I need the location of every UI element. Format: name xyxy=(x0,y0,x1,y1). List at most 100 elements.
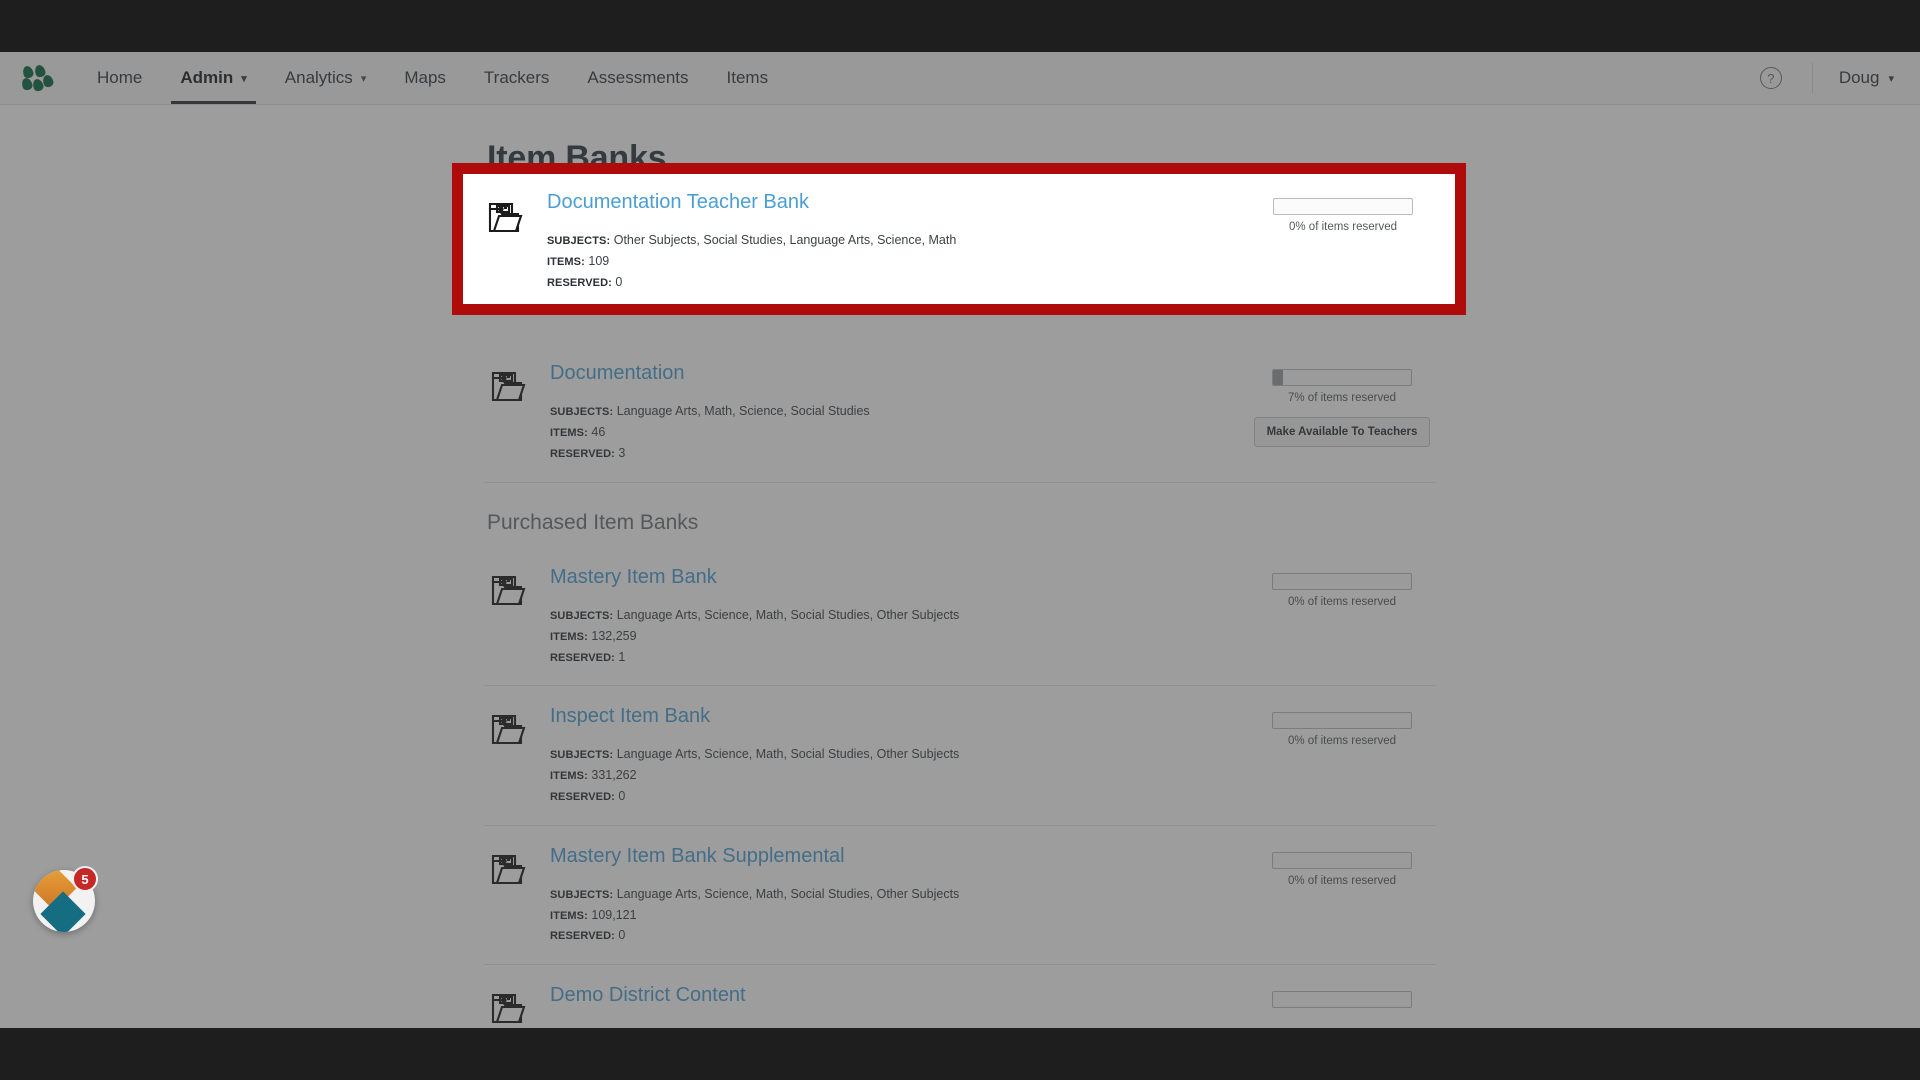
item-bank-name-link[interactable]: Inspect Item Bank xyxy=(550,704,710,728)
help-label: ? xyxy=(1767,70,1775,86)
leaf-cluster-logo-icon[interactable] xyxy=(20,63,55,93)
item-bank-items: ITEMS: 331,262 xyxy=(550,765,1238,786)
item-bank-items: ITEMS: 46 xyxy=(550,422,1238,443)
item-bank-name-link[interactable]: Mastery Item Bank xyxy=(550,565,717,589)
items-label: ITEMS: xyxy=(550,630,588,643)
reserved-value: 0 xyxy=(618,928,626,943)
items-label: ITEMS: xyxy=(550,427,588,440)
chevron-down-icon: ▾ xyxy=(360,72,367,85)
items-value: 132,259 xyxy=(591,628,637,643)
subjects-label: SUBJECTS: xyxy=(550,749,614,762)
item-bank-reserved: RESERVED: 0 xyxy=(550,786,1238,807)
item-bank-reserved: RESERVED: 0 xyxy=(547,272,1239,293)
reserved-progress-bar xyxy=(1272,851,1412,869)
subjects-label: SUBJECTS: xyxy=(550,888,614,901)
reserved-progress-bar xyxy=(1272,572,1412,590)
reserved-progress-label: 0% of items reserved xyxy=(1287,874,1396,887)
nav-item-items[interactable]: Items xyxy=(708,52,788,104)
item-bank-details: Documentation Teacher Bank SUBJECTS: Oth… xyxy=(547,190,1253,292)
item-bank-row[interactable]: Mastery Item Bank Supplemental SUBJECTS:… xyxy=(484,826,1436,966)
chevron-down-icon: ▾ xyxy=(241,72,247,85)
nav-items: Home Admin ▾ Analytics ▾ Maps Trackers A xyxy=(78,52,787,104)
item-bank-folder-icon xyxy=(488,983,550,1028)
chat-badge-count: 5 xyxy=(72,866,98,892)
item-bank-folder-icon xyxy=(488,565,550,616)
item-bank-items: ITEMS: 109 xyxy=(547,251,1239,272)
top-navigation-bar: Home Admin ▾ Analytics ▾ Maps Trackers A xyxy=(0,52,1920,105)
item-bank-folder-icon xyxy=(488,844,550,895)
item-bank-subjects: SUBJECTS: Other Subjects, Social Studies… xyxy=(547,230,1239,251)
item-bank-details: Mastery Item Bank Supplemental SUBJECTS:… xyxy=(550,844,1252,946)
nav-item-trackers[interactable]: Trackers xyxy=(465,52,569,104)
reserved-progress-label: 0% of items reserved xyxy=(1287,735,1396,748)
reserved-progress-label: 0% of items reserved xyxy=(1287,595,1396,608)
item-bank-reserved: RESERVED: 3 xyxy=(550,443,1238,464)
nav-item-label: Admin xyxy=(180,68,234,87)
item-bank-items: ITEMS: 109,121 xyxy=(550,905,1238,926)
subjects-label: SUBJECTS: xyxy=(547,235,611,247)
reserved-label: RESERVED: xyxy=(550,651,615,664)
item-bank-details: Inspect Item Bank SUBJECTS: Language Art… xyxy=(550,704,1252,806)
reserved-progress-bar xyxy=(1272,712,1412,730)
nav-item-admin[interactable]: Admin ▾ xyxy=(161,52,265,104)
items-label: ITEMS: xyxy=(550,770,588,783)
user-menu[interactable]: Doug ▾ xyxy=(1839,68,1894,88)
item-bank-row[interactable]: Demo District Content xyxy=(484,965,1436,1028)
chat-widget[interactable]: 5 xyxy=(33,866,98,932)
item-bank-subjects: SUBJECTS: Language Arts, Math, Science, … xyxy=(550,401,1238,422)
subjects-label: SUBJECTS: xyxy=(550,609,614,622)
nav-item-analytics[interactable]: Analytics ▾ xyxy=(266,52,386,104)
item-bank-subjects: SUBJECTS: Language Arts, Science, Math, … xyxy=(550,884,1238,905)
nav-item-maps[interactable]: Maps xyxy=(385,52,465,104)
reserved-label: RESERVED: xyxy=(550,448,615,461)
item-bank-name-link[interactable]: Mastery Item Bank Supplemental xyxy=(550,844,845,868)
user-menu-label: Doug xyxy=(1838,68,1880,87)
reserved-progress-bar xyxy=(1272,991,1412,1009)
item-bank-side-panel: 0% of items reserved xyxy=(1252,704,1432,747)
nav-divider xyxy=(1811,63,1813,93)
highlighted-item-bank-card[interactable]: Documentation Teacher Bank SUBJECTS: Oth… xyxy=(452,163,1466,315)
nav-item-label: Assessments xyxy=(587,68,689,87)
nav-item-label: Analytics xyxy=(284,68,353,87)
nav-right-group: ? Doug ▾ xyxy=(1759,63,1920,93)
subjects-value: Language Arts, Science, Math, Social Stu… xyxy=(616,607,960,622)
item-bank-name-link[interactable]: Documentation Teacher Bank xyxy=(547,190,809,214)
nav-item-assessments[interactable]: Assessments xyxy=(568,52,707,104)
chevron-down-icon: ▾ xyxy=(1888,72,1894,85)
item-bank-name-link[interactable]: Documentation xyxy=(550,361,685,385)
item-bank-side-panel: 7% of items reserved Make Available To T… xyxy=(1252,361,1432,448)
nav-item-home[interactable]: Home xyxy=(78,52,161,104)
subjects-value: Language Arts, Science, Math, Social Stu… xyxy=(616,886,960,901)
item-bank-folder-icon xyxy=(488,704,550,755)
reserved-progress-label: 7% of items reserved xyxy=(1287,392,1396,405)
items-value: 109,121 xyxy=(591,907,637,922)
item-bank-side-panel: 0% of items reserved xyxy=(1253,190,1433,233)
subjects-label: SUBJECTS: xyxy=(550,406,614,419)
item-bank-row[interactable]: Documentation SUBJECTS: Language Arts, M… xyxy=(484,343,1436,483)
purchased-item-banks-heading: Purchased Item Banks xyxy=(487,510,699,534)
reserved-progress-fill xyxy=(1273,370,1283,386)
item-bank-reserved: RESERVED: 0 xyxy=(550,925,1238,946)
subjects-value: Other Subjects, Social Studies, Language… xyxy=(613,233,957,247)
reserved-progress-bar xyxy=(1272,369,1412,387)
items-label: ITEMS: xyxy=(550,909,588,922)
reserved-label: RESERVED: xyxy=(550,790,615,803)
reserved-label: RESERVED: xyxy=(547,276,612,289)
item-bank-row[interactable]: Mastery Item Bank SUBJECTS: Language Art… xyxy=(484,547,1436,687)
item-bank-details: Demo District Content xyxy=(550,983,1252,1023)
item-bank-side-panel xyxy=(1252,983,1432,1009)
item-bank-name-link[interactable]: Demo District Content xyxy=(550,983,746,1007)
reserved-label: RESERVED: xyxy=(550,930,615,943)
reserved-progress-label: 0% of items reserved xyxy=(1288,221,1397,233)
nav-item-label: Maps xyxy=(404,68,446,87)
screen: Home Admin ▾ Analytics ▾ Maps Trackers A xyxy=(0,0,1920,1080)
subjects-value: Language Arts, Math, Science, Social Stu… xyxy=(616,404,870,419)
item-bank-folder-icon xyxy=(485,190,547,243)
nav-item-label: Items xyxy=(726,68,769,87)
nav-item-label: Trackers xyxy=(483,68,550,87)
item-bank-row[interactable]: Inspect Item Bank SUBJECTS: Language Art… xyxy=(484,686,1436,826)
items-value: 109 xyxy=(588,253,610,268)
question-mark-icon[interactable]: ? xyxy=(1759,67,1782,89)
make-available-to-teachers-button[interactable]: Make Available To Teachers xyxy=(1253,417,1431,448)
item-bank-side-panel: 0% of items reserved xyxy=(1252,565,1432,608)
